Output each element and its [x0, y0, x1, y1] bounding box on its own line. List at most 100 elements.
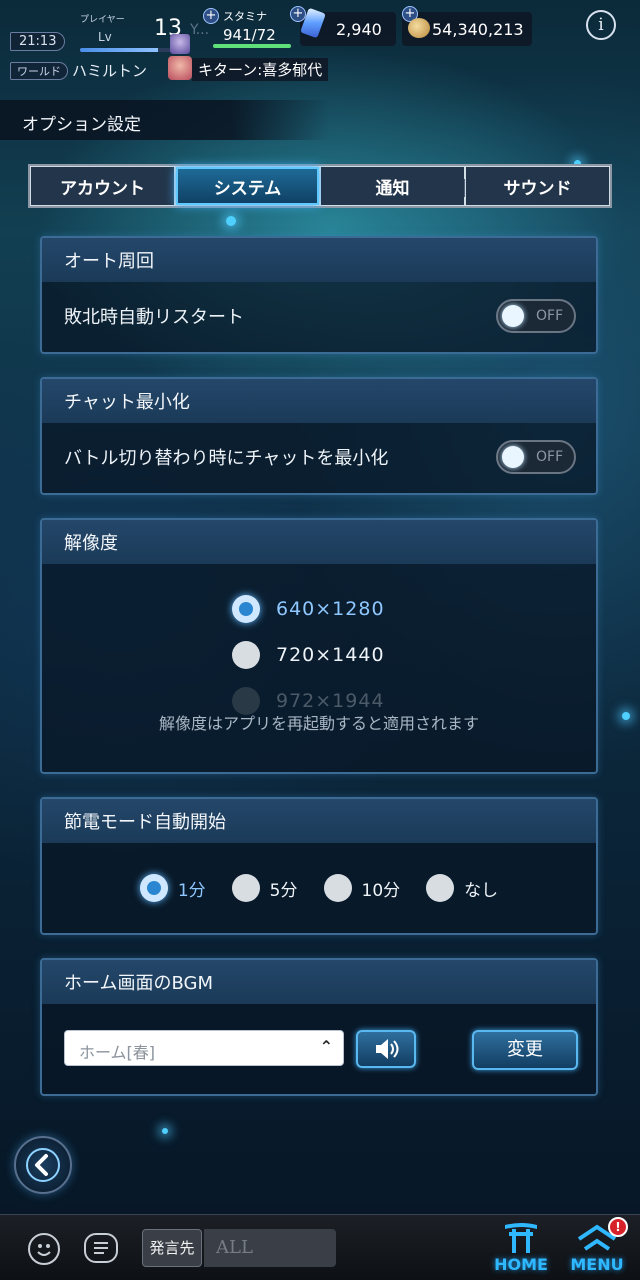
chat-button[interactable]: [84, 1233, 118, 1263]
chat-minimize-toggle[interactable]: OFF: [496, 440, 576, 474]
chat-minimize-title: チャット最小化: [42, 379, 596, 423]
chat-minimize-panel: チャット最小化 バトル切り替わり時にチャットを最小化 OFF: [40, 377, 598, 495]
smile-icon: [37, 1244, 51, 1256]
toggle-state: OFF: [536, 449, 564, 465]
info-icon: i: [598, 15, 604, 35]
sparkle-decoration: [162, 1128, 168, 1134]
home-label: HOME: [494, 1255, 548, 1274]
bgm-change-button[interactable]: 変更: [472, 1030, 578, 1070]
tab-notification-label: 通知: [375, 178, 410, 199]
auto-restart-label: 敗北時自動リスタート: [64, 307, 244, 328]
menu-notification-badge: !: [608, 1217, 628, 1237]
gem-value: 2,940: [336, 20, 382, 39]
player-avatar: [170, 34, 190, 54]
tab-account-label: アカウント: [60, 178, 145, 199]
resolution-panel: 解像度 640×1280 720×1440 972×1944 解像度はアプリを再…: [40, 518, 598, 774]
stamina-fill: [213, 44, 291, 48]
resolution-title: 解像度: [42, 520, 596, 564]
chat-minimize-label: バトル切り替わり時にチャットを最小化: [64, 448, 389, 469]
home-bgm-row: ホーム[春] ⌃ 変更: [42, 1004, 596, 1094]
stamina-bar: [213, 44, 291, 48]
torii-home-icon: [505, 1223, 537, 1253]
radio-unselected[interactable]: [232, 641, 260, 669]
auto-loop-title: オート周回: [42, 238, 596, 282]
chat-target-button[interactable]: 発言先: [142, 1229, 202, 1267]
auto-restart-toggle[interactable]: OFF: [496, 299, 576, 333]
coin-icon: [408, 18, 430, 38]
info-button[interactable]: i: [586, 10, 616, 40]
sparkle-decoration: [226, 216, 236, 226]
power-option-label: 5分: [269, 880, 298, 901]
tab-account[interactable]: アカウント: [31, 167, 174, 205]
emote-button[interactable]: [28, 1233, 60, 1265]
chat-input[interactable]: ALL: [204, 1229, 336, 1267]
coin-value: 54,340,213: [432, 20, 524, 39]
power-option-1min[interactable]: 1分: [139, 874, 206, 902]
stamina-label: スタミナ: [223, 10, 267, 23]
power-option-label: 1分: [177, 880, 206, 901]
menu-button[interactable]: ! MENU: [566, 1217, 628, 1279]
stamina-block[interactable]: + スタミナ 941/72: [203, 6, 295, 48]
resolution-option-label: 640×1280: [276, 598, 385, 620]
toggle-knob: [502, 446, 524, 468]
level-progress-bar: [80, 48, 184, 52]
options-tabs: アカウント システム 通知 サウンド: [28, 164, 612, 208]
stamina-value: 941/72: [223, 26, 276, 44]
radio-unselected[interactable]: [231, 874, 260, 902]
add-stamina-icon[interactable]: +: [203, 8, 219, 24]
power-option-10min[interactable]: 10分: [323, 874, 401, 902]
auto-restart-row: 敗北時自動リスタート OFF: [42, 282, 596, 350]
resolution-option-label: 720×1440: [276, 644, 385, 666]
power-option-none[interactable]: なし: [426, 874, 498, 902]
menu-label: MENU: [570, 1255, 624, 1274]
resolution-option-label: 972×1944: [276, 690, 385, 712]
coin-counter[interactable]: + 54,340,213: [402, 6, 532, 46]
radio-selected[interactable]: [232, 595, 260, 623]
level-progress-fill: [80, 48, 158, 52]
tab-divider: [464, 179, 465, 197]
power-save-options: 1分 5分 10分 なし: [42, 843, 596, 933]
resolution-option-640[interactable]: 640×1280: [232, 586, 385, 632]
tab-system-label: システム: [213, 178, 282, 199]
bgm-selected-value: ホーム[春]: [79, 1043, 156, 1062]
home-bgm-panel: ホーム画面のBGM ホーム[春] ⌃ 変更: [40, 958, 598, 1096]
clock-time: 21:13: [10, 32, 66, 51]
power-option-5min[interactable]: 5分: [231, 874, 298, 902]
bgm-select[interactable]: ホーム[春] ⌃: [64, 1030, 344, 1066]
world-name: ハミルトン: [72, 62, 148, 80]
radio-selected[interactable]: [139, 874, 168, 902]
speaker-icon: [376, 1039, 399, 1059]
resolution-note: 解像度はアプリを再起動すると適用されます: [158, 714, 479, 733]
bottom-bar: 発言先 ALL HOME ! MENU: [0, 1214, 640, 1280]
power-option-label: なし: [464, 880, 499, 901]
radio-unselected[interactable]: [426, 874, 455, 902]
power-option-label: 10分: [361, 880, 401, 901]
character-name: キターン:喜多郁代: [192, 58, 329, 81]
tab-notification[interactable]: 通知: [321, 167, 465, 205]
auto-loop-panel: オート周回 敗北時自動リスタート OFF: [40, 236, 598, 354]
tab-sound-label: サウンド: [503, 178, 572, 199]
back-button[interactable]: [14, 1136, 72, 1194]
radio-unselected[interactable]: [323, 874, 352, 902]
chat-minimize-row: バトル切り替わり時にチャットを最小化 OFF: [42, 423, 596, 491]
resolution-options: 640×1280 720×1440 972×1944: [232, 586, 385, 724]
toggle-state: OFF: [536, 308, 564, 324]
resolution-option-720[interactable]: 720×1440: [232, 632, 385, 678]
tab-system[interactable]: システム: [176, 167, 319, 205]
home-button[interactable]: HOME: [492, 1219, 550, 1279]
home-bgm-title: ホーム画面のBGM: [42, 960, 596, 1004]
page-title: オプション設定: [22, 115, 141, 135]
chat-bubble-icon: [94, 1242, 108, 1254]
world-tag: ワールド: [10, 62, 68, 80]
lv-label: Lv: [98, 30, 112, 44]
gem-counter[interactable]: + 2,940: [290, 6, 396, 46]
sparkle-decoration: [622, 712, 630, 720]
bgm-preview-button[interactable]: [356, 1030, 416, 1068]
player-label: プレイヤー: [80, 15, 125, 25]
character-avatar: [168, 56, 192, 80]
tab-sound[interactable]: サウンド: [466, 167, 609, 205]
status-bar: プレイヤー Lv 13 21:13 Y... + スタミナ 941/72 + 2…: [0, 0, 640, 90]
power-save-title: 節電モード自動開始: [42, 799, 596, 843]
back-arrow-icon: [26, 1148, 60, 1182]
toggle-knob: [502, 305, 524, 327]
